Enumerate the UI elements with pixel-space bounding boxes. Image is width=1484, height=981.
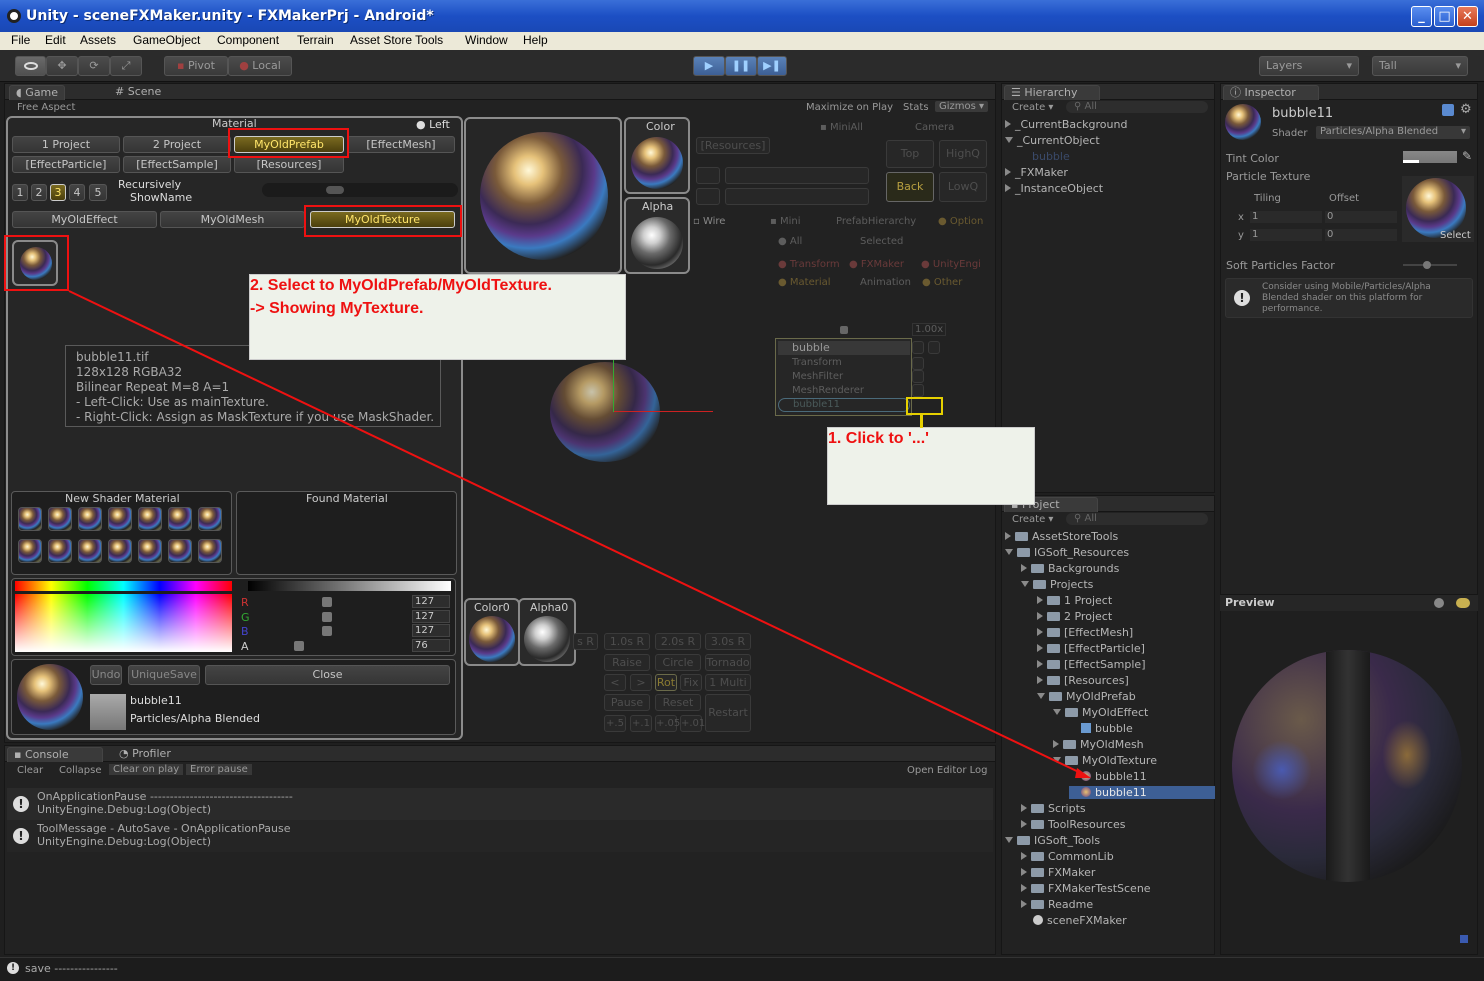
annotation-arrow-line: [68, 290, 1086, 776]
annotation-arrow-head: [1075, 768, 1091, 778]
annotation-arrow-layer: [68, 290, 1091, 778]
